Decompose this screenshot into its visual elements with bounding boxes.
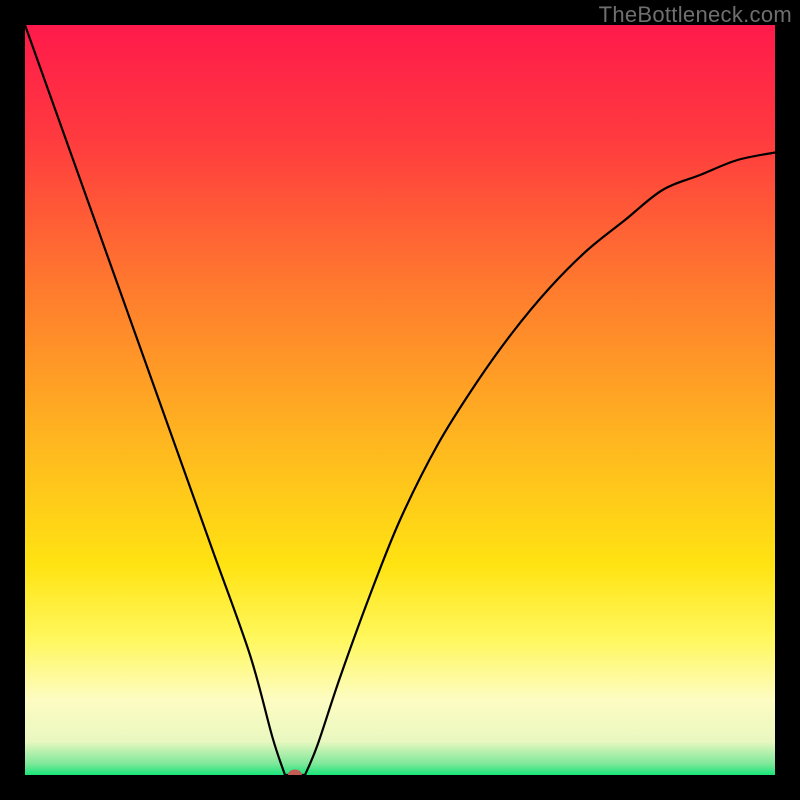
plot-area <box>25 25 775 775</box>
gradient-background <box>25 25 775 775</box>
chart-frame: TheBottleneck.com <box>0 0 800 800</box>
chart-svg <box>25 25 775 775</box>
